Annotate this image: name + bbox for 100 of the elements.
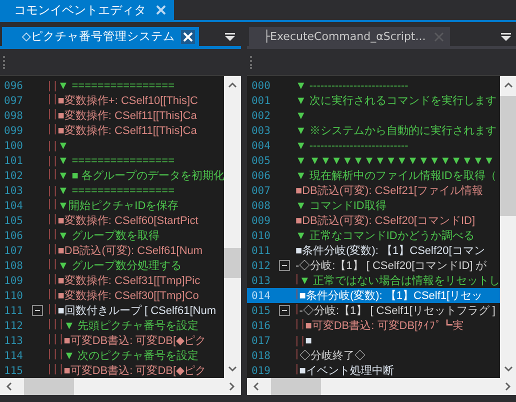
code-line[interactable]: 101 | |▼ ================ xyxy=(0,153,224,168)
command-text: ■変数操作: CSelf30[[Tmp]Co xyxy=(58,288,199,303)
command-text: ▼ ▼▼▼▼▼▼▼▼▼▼▼▼▼▼▼▼▼ xyxy=(295,154,494,166)
scroll-thumb[interactable] xyxy=(24,378,74,395)
code-line[interactable]: 006 ▼ 現在解析中のファイル情報IDを取得（ xyxy=(247,168,500,183)
code-line[interactable]: 113 | | |■可変DB書込: 可変DB[◆ピク xyxy=(0,333,224,348)
code-line[interactable]: 018 |◇分岐終了◇ xyxy=(247,348,500,363)
code-line[interactable]: 106 | |▼ グループ数を取得 xyxy=(0,228,224,243)
code-line[interactable]: 097 | |■変数操作+: CSelf10[[This]C xyxy=(0,93,224,108)
command-text: ■DB読込(可変): CSelf20[コマンドID] xyxy=(295,214,476,228)
code-line[interactable]: 109 | |■変数操作: CSelf31[[Tmp]Pic xyxy=(0,273,224,288)
horizontal-scrollbar[interactable] xyxy=(247,378,516,395)
code-line[interactable]: 017 | |■ xyxy=(247,333,500,348)
scroll-right-icon[interactable] xyxy=(229,382,236,391)
code-line[interactable]: 105 | |■変数操作: CSelf60[StartPict xyxy=(0,213,224,228)
command-text: ■イベント処理中断 xyxy=(299,364,394,378)
indent-guide: | xyxy=(295,273,298,287)
code-line[interactable]: 011 ■条件分岐(変数): 【1】CSelf20[コマン xyxy=(247,243,500,258)
line-number: 097 xyxy=(3,94,24,106)
vertical-scrollbar[interactable] xyxy=(500,76,516,378)
scroll-left-icon[interactable] xyxy=(253,382,260,391)
dropdown-icon[interactable] xyxy=(225,32,236,40)
code-line[interactable]: 010 ▼ 正常なコマンドIDかどうか調べる xyxy=(247,228,500,243)
close-icon[interactable] xyxy=(180,30,195,44)
code-line[interactable]: 016 | |■可変DB書込: 可変DB[ﾀｲﾌﾟ┗実 xyxy=(247,318,500,333)
command-text: ■変数操作: CSelf31[[Tmp]Pic xyxy=(58,274,200,288)
indent-guide: | | xyxy=(48,198,57,212)
scroll-thumb[interactable] xyxy=(500,96,516,216)
code-line[interactable]: 112 | | |▼ 先頭ピクチャ番号を設定 xyxy=(0,318,224,333)
command-text: ■ xyxy=(305,334,312,346)
scroll-down-icon[interactable] xyxy=(228,366,238,372)
code-line[interactable]: 009 ■DB読込(可変): CSelf20[コマンドID] xyxy=(247,213,500,228)
code-line[interactable]: 102 | |▼ ■ 各グループのデータを初期化 xyxy=(0,168,224,183)
code-line[interactable]: 004 ▼ --------------------------- xyxy=(247,138,500,153)
code-line[interactable]: 013 |▼ 正常ではない場合は情報をリセットし xyxy=(247,273,500,288)
code-line[interactable]: 114 | | |▼ 次のピクチャ番号を設定 xyxy=(0,348,224,363)
line-number: 103 xyxy=(3,184,24,196)
scroll-up-icon[interactable] xyxy=(504,82,514,88)
close-icon[interactable] xyxy=(156,5,166,15)
scroll-left-icon[interactable] xyxy=(6,382,12,391)
command-text: ▼ ================ xyxy=(58,80,175,92)
indent-guide: | | | xyxy=(48,318,63,332)
indent-guide: | xyxy=(295,303,298,317)
scroll-thumb[interactable] xyxy=(271,378,322,395)
line-number: 115 xyxy=(3,364,24,376)
code-line[interactable]: 107 | |■DB読込(可変): CSelf61[Num xyxy=(0,243,224,258)
collapse-icon[interactable] xyxy=(279,305,290,316)
code-line[interactable]: 008 ▼ コマンドID取得 xyxy=(247,198,500,213)
code-line[interactable]: 007 ■DB読込(可変): CSelf21[ファイル情報 xyxy=(247,183,500,198)
scroll-thumb[interactable] xyxy=(224,248,242,278)
code-line[interactable]: 103 | |▼ ================ xyxy=(0,183,224,198)
indent-guide: | | xyxy=(48,168,57,182)
document-tab[interactable]: ◇ピクチャ番号管理システム xyxy=(2,27,199,46)
line-number: 110 xyxy=(3,290,24,302)
code-line[interactable]: 015 |-◇分岐:【1】 [ CSelf1[リセットフラグ ] xyxy=(247,303,500,318)
line-number: 114 xyxy=(3,350,24,362)
code-line[interactable]: 000 ▼ --------------------------- xyxy=(247,78,500,93)
line-number: 013 xyxy=(250,274,272,286)
indent-guide: | | xyxy=(48,80,57,92)
code-line[interactable]: 115 | | |■可変DB書込: 可変DB[◆ピク xyxy=(0,363,224,378)
code-line[interactable]: 111 | |■回数付きループ [ CSelf61[Num xyxy=(0,303,224,318)
line-number: 004 xyxy=(250,140,272,152)
command-text: -◇分岐:【1】 [ CSelf20[コマンドID] が xyxy=(295,258,487,273)
code-line[interactable]: 110 | |■変数操作: CSelf30[[Tmp]Co xyxy=(0,288,224,303)
line-number: 099 xyxy=(3,124,24,136)
horizontal-scrollbar[interactable] xyxy=(0,378,242,395)
code-line[interactable]: 012 -◇分岐:【1】 [ CSelf20[コマンドID] が xyxy=(247,258,500,273)
collapse-icon[interactable] xyxy=(32,305,43,316)
command-text: ■条件分岐(変数): 【1】CSelf1[リセッ xyxy=(299,288,483,303)
line-number: 108 xyxy=(3,260,24,272)
editor-tab[interactable]: コモンイベントエディタ xyxy=(0,0,174,20)
line-number: 010 xyxy=(250,230,272,242)
scroll-right-icon[interactable] xyxy=(505,382,512,391)
vertical-scrollbar[interactable] xyxy=(224,76,242,378)
collapse-icon[interactable] xyxy=(279,260,290,271)
command-text: -◇分岐:【1】 [ CSelf1[リセットフラグ ] xyxy=(299,304,496,318)
code-line[interactable]: 099 | |■変数操作: CSelf11[[This]Ca xyxy=(0,123,224,138)
line-number: 104 xyxy=(3,200,24,212)
dropdown-icon[interactable] xyxy=(501,32,512,40)
scroll-up-icon[interactable] xyxy=(228,82,238,88)
code-line[interactable]: 108 | |▼ グループ数分処理する xyxy=(0,258,224,273)
indent-guide: | | xyxy=(295,334,304,346)
code-line[interactable]: 001 ▼ 次に実行されるコマンドを実行します xyxy=(247,93,500,108)
command-text: ■条件分岐(変数): 【1】CSelf20[コマン xyxy=(295,244,485,258)
code-line[interactable]: 002 ▼ xyxy=(247,108,500,123)
code-line[interactable]: 005 ▼ ▼▼▼▼▼▼▼▼▼▼▼▼▼▼▼▼▼ xyxy=(247,153,500,168)
code-line[interactable]: 098 | |■変数操作: CSelf11[[This]Ca xyxy=(0,108,224,123)
code-line[interactable]: 096 | |▼ ================ xyxy=(0,78,224,93)
document-tab[interactable]: ├ExecuteCommand_αScript... xyxy=(249,27,450,46)
command-text: ■可変DB書込: 可変DB[◆ピク xyxy=(64,334,206,348)
command-text: ▼ コマンドID取得 xyxy=(295,199,386,213)
code-line[interactable]: 019 |■イベント処理中断 xyxy=(247,363,500,378)
scroll-down-icon[interactable] xyxy=(504,366,514,372)
command-text: ■可変DB書込: 可変DB[ﾀｲﾌﾟ┗実 xyxy=(305,318,464,333)
code-line[interactable]: 104 | |▼開始ピクチャIDを保存 xyxy=(0,198,224,213)
command-text: ▼ --------------------------- xyxy=(295,80,408,92)
line-number: 106 xyxy=(3,230,24,242)
code-line[interactable]: 003 ▼ ※システムから自動的に実行されます xyxy=(247,123,500,138)
code-line[interactable]: 100 | |▼ xyxy=(0,138,224,153)
grip-icon[interactable] xyxy=(250,56,252,68)
